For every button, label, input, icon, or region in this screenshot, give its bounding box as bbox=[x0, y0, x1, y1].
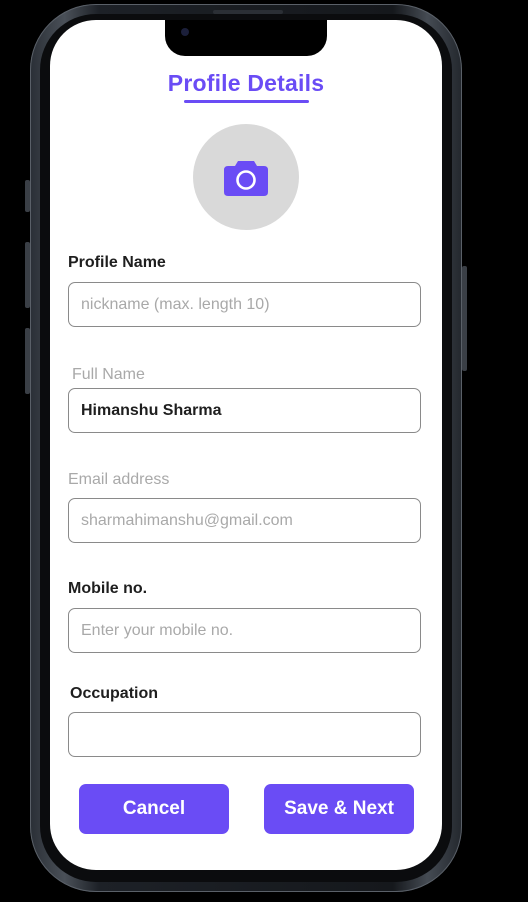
speaker-grille bbox=[213, 10, 283, 14]
volume-up-button bbox=[25, 242, 30, 308]
cancel-button[interactable]: Cancel bbox=[79, 784, 229, 834]
occupation-label: Occupation bbox=[70, 685, 159, 702]
front-camera bbox=[181, 28, 189, 36]
profile-name-input[interactable] bbox=[81, 295, 408, 314]
full-name-label: Full Name bbox=[72, 366, 145, 383]
profile-name-field[interactable] bbox=[68, 282, 421, 327]
save-next-button[interactable]: Save & Next bbox=[264, 784, 414, 834]
profile-name-label: Profile Name bbox=[68, 254, 166, 271]
power-button bbox=[462, 266, 467, 371]
volume-down-button bbox=[25, 328, 30, 394]
email-input[interactable] bbox=[81, 511, 408, 530]
camera-icon[interactable] bbox=[223, 157, 269, 197]
mobile-field[interactable] bbox=[68, 608, 421, 653]
email-field[interactable] bbox=[68, 498, 421, 543]
page-title: Profile Details bbox=[167, 70, 325, 96]
occupation-field[interactable] bbox=[68, 712, 421, 757]
full-name-input[interactable] bbox=[81, 401, 408, 420]
mobile-input[interactable] bbox=[81, 621, 408, 640]
app-screen: Profile Details Profile Name Full Name E… bbox=[50, 20, 442, 870]
mobile-label: Mobile no. bbox=[68, 580, 148, 597]
email-label: Email address bbox=[68, 471, 170, 488]
title-underline bbox=[184, 100, 309, 103]
mute-switch bbox=[25, 180, 30, 212]
notch bbox=[165, 20, 327, 56]
occupation-input[interactable] bbox=[81, 725, 408, 744]
full-name-field[interactable] bbox=[68, 388, 421, 433]
